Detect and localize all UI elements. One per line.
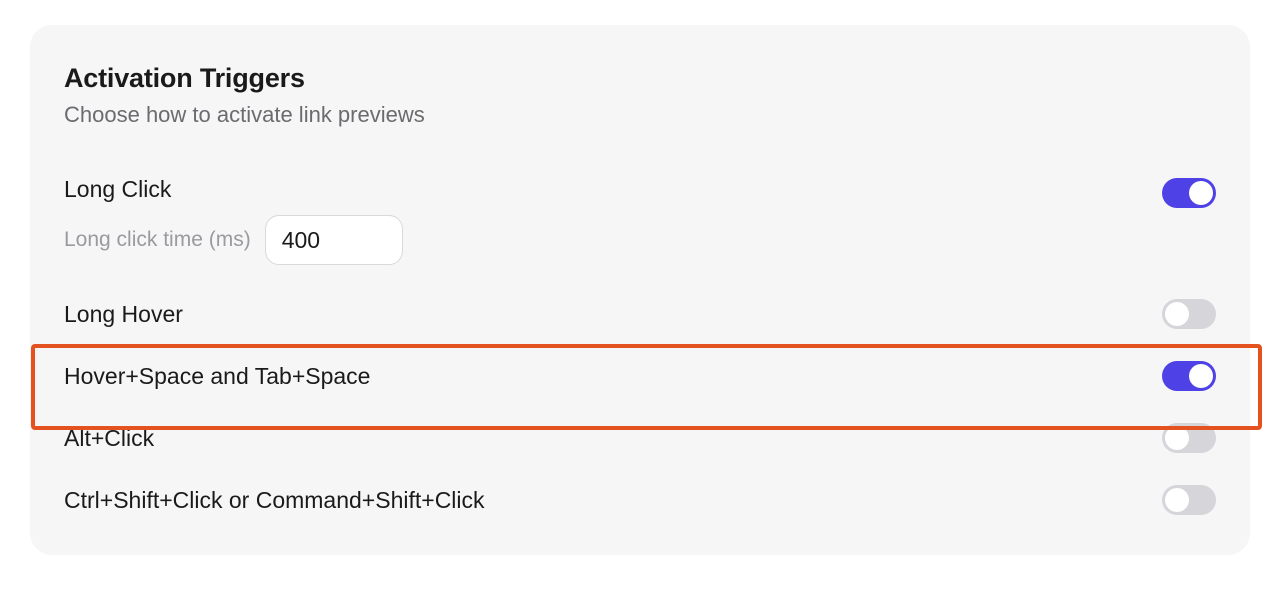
long-click-time-row: Long click time (ms)	[64, 215, 403, 265]
toggle-long-hover[interactable]	[1162, 299, 1216, 329]
toggle-hover-space[interactable]	[1162, 361, 1216, 391]
panel-title: Activation Triggers	[64, 63, 1216, 94]
trigger-row-ctrl-shift-click: Ctrl+Shift+Click or Command+Shift+Click	[64, 481, 1216, 519]
trigger-label-ctrl-shift-click: Ctrl+Shift+Click or Command+Shift+Click	[64, 487, 485, 514]
long-click-time-input[interactable]	[265, 215, 403, 265]
toggle-ctrl-shift-click[interactable]	[1162, 485, 1216, 515]
trigger-row-long-hover: Long Hover	[64, 295, 1216, 333]
activation-triggers-panel: Activation Triggers Choose how to activa…	[30, 25, 1250, 555]
trigger-row-alt-click: Alt+Click	[64, 419, 1216, 457]
trigger-label-long-hover: Long Hover	[64, 301, 183, 328]
trigger-label-hover-space: Hover+Space and Tab+Space	[64, 363, 370, 390]
toggle-long-click[interactable]	[1162, 178, 1216, 208]
toggle-alt-click[interactable]	[1162, 423, 1216, 453]
trigger-label-long-click: Long Click	[64, 176, 403, 203]
long-click-time-label: Long click time (ms)	[64, 228, 251, 252]
trigger-row-hover-space: Hover+Space and Tab+Space	[64, 357, 1216, 395]
trigger-label-alt-click: Alt+Click	[64, 425, 154, 452]
trigger-row-long-click: Long Click Long click time (ms)	[64, 176, 1216, 265]
panel-subtitle: Choose how to activate link previews	[64, 102, 1216, 128]
